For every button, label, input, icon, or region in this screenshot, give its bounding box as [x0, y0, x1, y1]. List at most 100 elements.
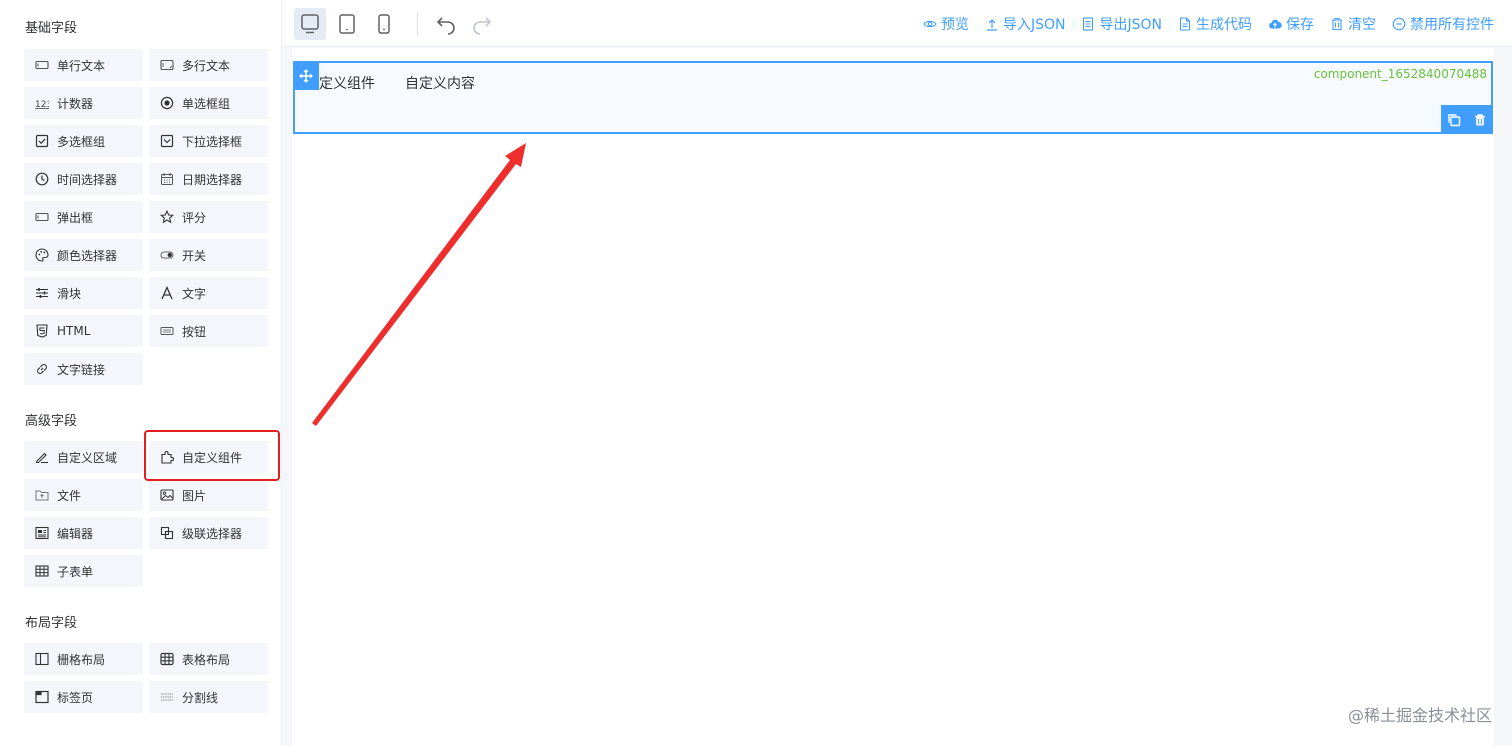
monitor-icon: [301, 14, 319, 34]
field-button-label: 时间选择器: [57, 172, 118, 187]
field-button-label: 图片: [182, 488, 207, 503]
field-button-button[interactable]: 按钮: [149, 315, 268, 347]
toolbar-action-label: 保存: [1286, 17, 1314, 33]
field-button-label: 子表单: [57, 564, 94, 579]
field-button-label: 按钮: [182, 324, 207, 339]
button-icon: [160, 324, 174, 338]
copy-icon: [1448, 113, 1461, 126]
toolbar-action-label: 导入JSON: [1002, 17, 1066, 33]
field-button-editor[interactable]: 编辑器: [24, 517, 143, 549]
field-button-label: 自定义区域: [57, 450, 118, 465]
phone-icon: [378, 14, 390, 34]
field-button-textarea[interactable]: 多行文本: [149, 49, 268, 81]
cascader-icon: [160, 526, 174, 540]
field-button-number[interactable]: 123 计数器: [24, 87, 143, 119]
toolbar-action-upload[interactable]: 导入JSON: [985, 14, 1066, 34]
toolbar-action-label: 预览: [940, 17, 969, 33]
toolbar-action-label: 禁用所有控件: [1410, 17, 1494, 33]
field-button-image[interactable]: 图片: [149, 479, 268, 511]
field-button-label: 分割线: [182, 690, 219, 705]
field-button-divider[interactable]: 分割线: [149, 681, 268, 713]
widget-content: 自定义内容: [405, 76, 475, 92]
tablet-view-button[interactable]: [331, 8, 363, 40]
export-icon: [1081, 17, 1095, 31]
desktop-view-button[interactable]: [294, 8, 326, 40]
watermark: @稀土掘金技术社区: [1347, 706, 1492, 725]
drag-handle[interactable]: [293, 61, 319, 90]
custom-component-widget[interactable]: 自定义组件 自定义内容 component_1652840070488: [293, 61, 1493, 134]
redo-button[interactable]: [469, 11, 495, 37]
toolbar-action-minus-circle[interactable]: 禁用所有控件: [1392, 14, 1494, 34]
field-button-label: 评分: [182, 210, 207, 225]
layout-fields-grid: 栅格布局 表格布局标签页 分割线: [24, 643, 270, 713]
tabs-icon: [35, 690, 49, 704]
copy-widget-button[interactable]: [1441, 105, 1467, 134]
field-button-table-layout[interactable]: 表格布局: [149, 643, 268, 675]
toolbar-actions: 预览 导入JSON 导出JSON 生成代码 保存 清空 禁用所有控件: [923, 14, 1494, 34]
field-button-select[interactable]: 下拉选择框: [149, 125, 268, 157]
field-button-label: 多选框组: [57, 134, 106, 149]
table-layout-icon: [160, 652, 174, 666]
dialog-icon: [35, 210, 49, 224]
field-button-grid[interactable]: 栅格布局: [24, 643, 143, 675]
grid-icon: [35, 652, 49, 666]
redo-icon: [473, 17, 492, 35]
field-button-html[interactable]: HTML: [24, 315, 143, 347]
field-button-label: 计数器: [57, 96, 94, 111]
field-button-text[interactable]: 文字: [149, 277, 268, 309]
field-button-input[interactable]: 单行文本: [24, 49, 143, 81]
text-icon: [160, 286, 174, 300]
field-button-cascader[interactable]: 级联选择器: [149, 517, 268, 549]
field-button-label: 标签页: [57, 690, 94, 705]
undo-button[interactable]: [433, 11, 459, 37]
form-canvas[interactable]: 自定义组件 自定义内容 component_1652840070488: [292, 48, 1494, 746]
field-button-switch[interactable]: 开关: [149, 239, 268, 271]
radio-icon: [160, 96, 174, 110]
basic-fields-grid: 单行文本 多行文本 123 计数器 单选框组多选框组 下拉选择框时间选择器 日期选择器弹出框…: [24, 49, 270, 385]
toolbar-action-trash[interactable]: 清空: [1330, 14, 1376, 34]
field-button-label: 多行文本: [182, 58, 231, 73]
layout-fields-title: 布局字段: [25, 616, 78, 631]
toolbar-action-eye[interactable]: 预览: [923, 14, 969, 34]
toolbar-action-label: 生成代码: [1196, 17, 1252, 33]
field-button-table[interactable]: 子表单: [24, 555, 143, 587]
field-button-label: 编辑器: [57, 526, 94, 541]
switch-icon: [160, 248, 174, 262]
basic-fields-title: 基础字段: [25, 21, 78, 36]
designer-main: 预览 导入JSON 导出JSON 生成代码 保存 清空 禁用所有控件 自定义组件 自定义内容…: [282, 0, 1512, 746]
field-button-label: 文件: [57, 488, 82, 503]
mobile-view-button[interactable]: [368, 8, 400, 40]
table-icon: [35, 564, 49, 578]
tablet-icon: [339, 14, 355, 34]
field-button-tabs[interactable]: 标签页: [24, 681, 143, 713]
field-button-label: HTML: [57, 324, 91, 338]
field-button-label: 下拉选择框: [182, 134, 243, 149]
toolbar-action-export[interactable]: 导出JSON: [1081, 14, 1162, 34]
field-button-checkbox[interactable]: 多选框组: [24, 125, 143, 157]
field-button-label: 滑块: [57, 286, 82, 301]
toolbar-divider: [417, 12, 418, 36]
field-button-calendar[interactable]: 日期选择器: [149, 163, 268, 195]
field-button-slider[interactable]: 滑块: [24, 277, 143, 309]
toolbar-action-code-file[interactable]: 生成代码: [1178, 14, 1252, 34]
field-button-clock[interactable]: 时间选择器: [24, 163, 143, 195]
toolbar-action-cloud-upload[interactable]: 保存: [1268, 14, 1314, 34]
field-button-label: 文字: [182, 286, 207, 301]
eye-icon: [923, 17, 937, 31]
delete-widget-button[interactable]: [1467, 105, 1493, 134]
field-button-edit-area[interactable]: 自定义区域: [24, 441, 143, 473]
code-file-icon: [1178, 17, 1192, 31]
field-button-folder[interactable]: 文件: [24, 479, 143, 511]
field-button-label: 表格布局: [182, 652, 231, 667]
field-button-link[interactable]: 文字链接: [24, 353, 143, 385]
field-button-star[interactable]: 评分: [149, 201, 268, 233]
component-sidebar: 基础字段 单行文本 多行文本 123 计数器 单选框组多选框组 下拉选择框时间选择器 日期选…: [0, 0, 282, 746]
field-button-label: 文字链接: [57, 362, 106, 377]
field-button-radio[interactable]: 单选框组: [149, 87, 268, 119]
widget-id: component_1652840070488: [1313, 67, 1487, 81]
select-icon: [160, 134, 174, 148]
field-button-dialog[interactable]: 弹出框: [24, 201, 143, 233]
cloud-upload-icon: [1268, 17, 1282, 31]
field-button-label: 弹出框: [57, 210, 94, 225]
field-button-palette[interactable]: 颜色选择器: [24, 239, 143, 271]
